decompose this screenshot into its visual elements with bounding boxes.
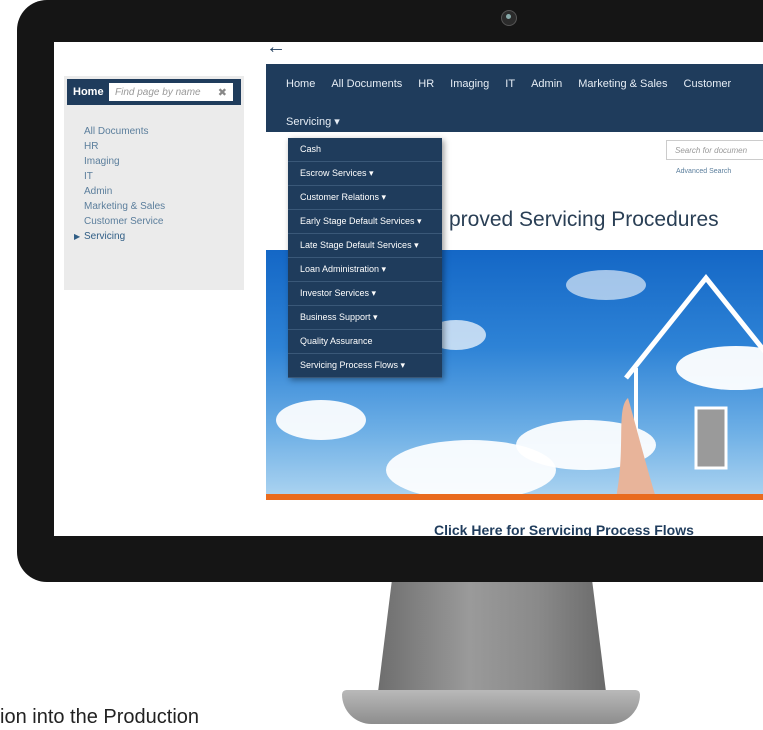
monitor-stand bbox=[378, 582, 606, 692]
clear-search-icon[interactable]: ✖ bbox=[218, 86, 227, 99]
menu-item-investor-services[interactable]: Investor Services ▾ bbox=[288, 282, 442, 306]
sidebar-item-marketing-sales[interactable]: Marketing & Sales bbox=[84, 199, 165, 214]
accent-divider bbox=[266, 494, 763, 500]
sidebar-header: Home Find page by name ✖ bbox=[67, 79, 241, 105]
nav-item-admin[interactable]: Admin bbox=[531, 78, 562, 90]
menu-item-quality-assurance[interactable]: Quality Assurance bbox=[288, 330, 442, 354]
process-flows-link[interactable]: Click Here for Servicing Process Flows bbox=[434, 522, 694, 536]
sidebar-item-admin[interactable]: Admin bbox=[84, 184, 165, 199]
sidebar-item-it[interactable]: IT bbox=[84, 169, 165, 184]
nav-item-customer[interactable]: Customer bbox=[684, 78, 732, 90]
page-title: proved Servicing Procedures bbox=[449, 208, 719, 231]
sidebar-item-all-documents[interactable]: All Documents bbox=[84, 124, 165, 139]
caret-right-icon: ▶ bbox=[74, 232, 81, 241]
nav-item-marketing-sales[interactable]: Marketing & Sales bbox=[578, 78, 667, 90]
menu-item-early-stage-default[interactable]: Early Stage Default Services ▾ bbox=[288, 210, 442, 234]
top-navbar: Home All Documents HR Imaging IT Admin M… bbox=[266, 64, 763, 132]
nav-item-imaging[interactable]: Imaging bbox=[450, 78, 489, 90]
webcam-icon bbox=[501, 10, 517, 26]
document-search-input[interactable]: Search for documen bbox=[666, 140, 763, 160]
nav-item-all-documents[interactable]: All Documents bbox=[331, 78, 402, 90]
monitor-screen: ← Home Find page by name ✖ All Documents… bbox=[54, 42, 763, 536]
sidebar-item-hr[interactable]: HR bbox=[84, 139, 165, 154]
page-search-input[interactable]: Find page by name ✖ bbox=[109, 83, 233, 101]
sidebar-item-imaging[interactable]: Imaging bbox=[84, 154, 165, 169]
sidebar-item-servicing-label: Servicing bbox=[84, 231, 126, 242]
house-icon bbox=[616, 273, 763, 494]
sidebar-list: All Documents HR Imaging IT Admin Market… bbox=[74, 124, 165, 244]
nav-item-it[interactable]: IT bbox=[505, 78, 515, 90]
sidebar-item-customer-service[interactable]: Customer Service bbox=[84, 214, 165, 229]
menu-item-customer-relations[interactable]: Customer Relations ▾ bbox=[288, 186, 442, 210]
servicing-dropdown-menu: Cash Escrow Services ▾ Customer Relation… bbox=[288, 138, 442, 378]
sidebar-home-link[interactable]: Home bbox=[73, 86, 109, 98]
advanced-search-link[interactable]: Advanced Search bbox=[676, 168, 731, 175]
caption-text: ion into the Production bbox=[0, 706, 200, 728]
page-search-placeholder: Find page by name bbox=[115, 86, 201, 98]
nav-item-home[interactable]: Home bbox=[286, 78, 315, 90]
sidebar-item-servicing[interactable]: ▶ Servicing bbox=[74, 229, 165, 244]
back-arrow-icon[interactable]: ← bbox=[266, 42, 286, 59]
menu-item-cash[interactable]: Cash bbox=[288, 138, 442, 162]
monitor-base bbox=[342, 690, 640, 724]
menu-item-servicing-process-flows[interactable]: Servicing Process Flows ▾ bbox=[288, 354, 442, 378]
nav-item-servicing[interactable]: Servicing ▾ bbox=[286, 116, 340, 128]
menu-item-escrow-services[interactable]: Escrow Services ▾ bbox=[288, 162, 442, 186]
menu-item-business-support[interactable]: Business Support ▾ bbox=[288, 306, 442, 330]
menu-item-loan-administration[interactable]: Loan Administration ▾ bbox=[288, 258, 442, 282]
sidebar: Home Find page by name ✖ All Documents H… bbox=[64, 76, 244, 290]
nav-item-hr[interactable]: HR bbox=[418, 78, 434, 90]
menu-item-late-stage-default[interactable]: Late Stage Default Services ▾ bbox=[288, 234, 442, 258]
